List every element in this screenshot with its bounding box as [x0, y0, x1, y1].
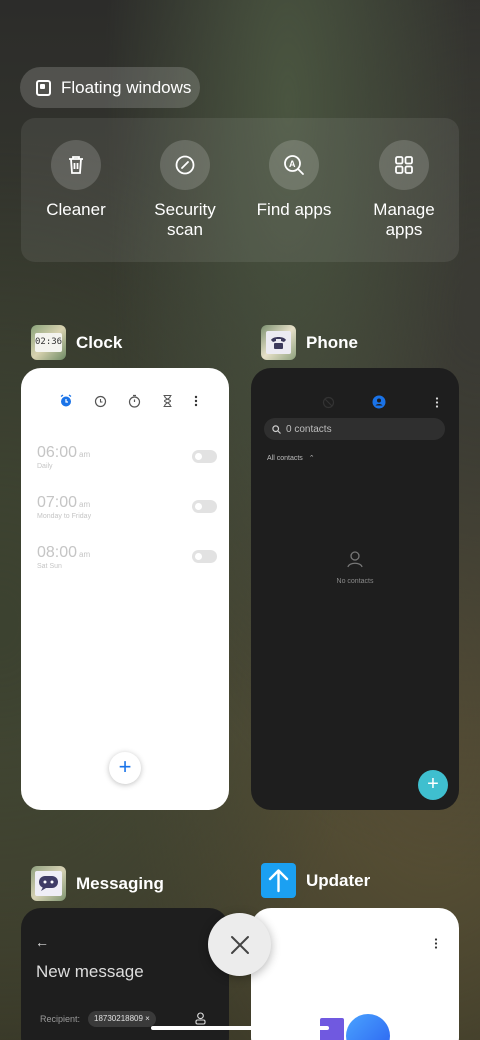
new-message-title: New message: [36, 962, 144, 981]
clear-all-button[interactable]: [208, 913, 271, 976]
chevron-up-down-icon: ⌃: [308, 455, 315, 462]
clock-app-icon-time: 02:36: [35, 333, 62, 352]
security-scan-button[interactable]: Security scan: [130, 140, 240, 240]
contacts-tab-icon[interactable]: [372, 395, 386, 409]
alarm-repeat: Sat Sun: [37, 563, 62, 570]
search-icon: [272, 424, 281, 434]
alarm-time: 07:00 am: [37, 494, 217, 512]
updater-app-name: Updater: [306, 870, 371, 890]
recipient-chip[interactable]: 18730218809 ×: [88, 1011, 156, 1027]
phone-app-header[interactable]: Phone: [261, 325, 358, 360]
alarm-time-value: 07:00: [37, 494, 78, 511]
close-icon: [230, 935, 249, 954]
more-options-icon[interactable]: [434, 938, 438, 949]
contacts-search-placeholder: 0 contacts: [286, 423, 332, 435]
contacts-search-input[interactable]: 0 contacts: [264, 418, 445, 440]
updater-app-icon: [261, 863, 296, 898]
grid-icon: [379, 140, 429, 190]
find-apps-icon: A: [269, 140, 319, 190]
find-apps-label: Find apps: [256, 200, 332, 219]
alarm-repeat: Daily: [37, 463, 53, 470]
home-indicator[interactable]: [151, 1026, 329, 1030]
alarm-toggle[interactable]: [192, 500, 217, 513]
clock-app-name: Clock: [76, 332, 123, 352]
alarm-item[interactable]: 07:00 am Monday to Friday: [37, 494, 217, 520]
alarm-toggle[interactable]: [192, 450, 217, 463]
alarm-time: 06:00 am: [37, 444, 217, 462]
phone-app-card[interactable]: 0 contacts All contacts ⌃ No contacts +: [251, 368, 459, 810]
svg-text:A: A: [289, 159, 296, 169]
trash-icon: [51, 140, 101, 190]
manage-apps-button[interactable]: Manage apps: [349, 140, 459, 240]
alarm-item[interactable]: 08:00 am Sat Sun: [37, 544, 217, 570]
contacts-filter-dropdown[interactable]: All contacts ⌃: [267, 454, 315, 462]
quick-tools-panel: Cleaner Security scan A Find apps Manage…: [21, 118, 459, 262]
recipient-label: Recipient:: [40, 1014, 81, 1024]
phone-app-icon: [261, 325, 296, 360]
arrow-up-icon: [268, 869, 289, 893]
updater-app-card[interactable]: [251, 908, 459, 1040]
floating-window-icon: [36, 79, 51, 96]
contact-picker-icon[interactable]: [195, 1012, 206, 1025]
add-alarm-button[interactable]: +: [109, 752, 141, 784]
clock-app-icon: 02:36: [31, 325, 66, 360]
cleaner-label: Cleaner: [46, 200, 106, 219]
floating-windows-label: Floating windows: [61, 77, 192, 97]
timer-tab-icon[interactable]: [162, 394, 173, 408]
clock-toolbar: [59, 394, 198, 408]
empty-state-label: No contacts: [336, 578, 374, 585]
messaging-app-header[interactable]: Messaging: [31, 866, 164, 901]
contacts-filter-label: All contacts: [267, 455, 303, 462]
alarm-ampm: am: [79, 450, 91, 459]
more-options-icon[interactable]: [435, 397, 439, 408]
floating-windows-button[interactable]: Floating windows: [20, 67, 200, 108]
alarm-repeat: Monday to Friday: [37, 513, 92, 520]
world-clock-tab-icon[interactable]: [94, 395, 107, 408]
alarm-time-value: 06:00: [37, 444, 78, 461]
add-contact-button[interactable]: +: [418, 770, 448, 800]
clock-app-header[interactable]: 02:36 Clock: [31, 325, 122, 360]
messaging-app-name: Messaging: [76, 873, 164, 893]
manage-apps-label: Manage apps: [373, 200, 435, 239]
more-options-icon[interactable]: [194, 395, 198, 407]
security-scan-icon: [160, 140, 210, 190]
updater-app-header[interactable]: Updater: [261, 863, 370, 898]
alarm-toggle[interactable]: [192, 550, 217, 563]
find-apps-button[interactable]: A Find apps: [239, 140, 349, 220]
alarm-ampm: am: [79, 500, 91, 509]
recents-tab-icon[interactable]: [322, 396, 335, 409]
clock-app-card[interactable]: 06:00 am Daily 07:00 am Monday to Friday 0…: [21, 368, 229, 810]
alarm-ampm: am: [79, 550, 91, 559]
person-icon: [347, 551, 363, 568]
alarm-time: 08:00 am: [37, 544, 217, 562]
os-version-logo-circle: [346, 1014, 390, 1040]
security-scan-label: Security scan: [154, 200, 216, 239]
messaging-app-card[interactable]: ← New message Recipient: 18730218809 ×: [21, 908, 229, 1040]
cleaner-button[interactable]: Cleaner: [21, 140, 131, 220]
alarm-tab-icon[interactable]: [59, 394, 73, 408]
back-arrow-icon[interactable]: ←: [35, 934, 49, 950]
alarm-time-value: 08:00: [37, 544, 78, 561]
stopwatch-tab-icon[interactable]: [128, 394, 141, 408]
messaging-app-icon: [31, 866, 66, 901]
phone-app-name: Phone: [306, 332, 358, 352]
alarm-item[interactable]: 06:00 am Daily: [37, 444, 217, 470]
